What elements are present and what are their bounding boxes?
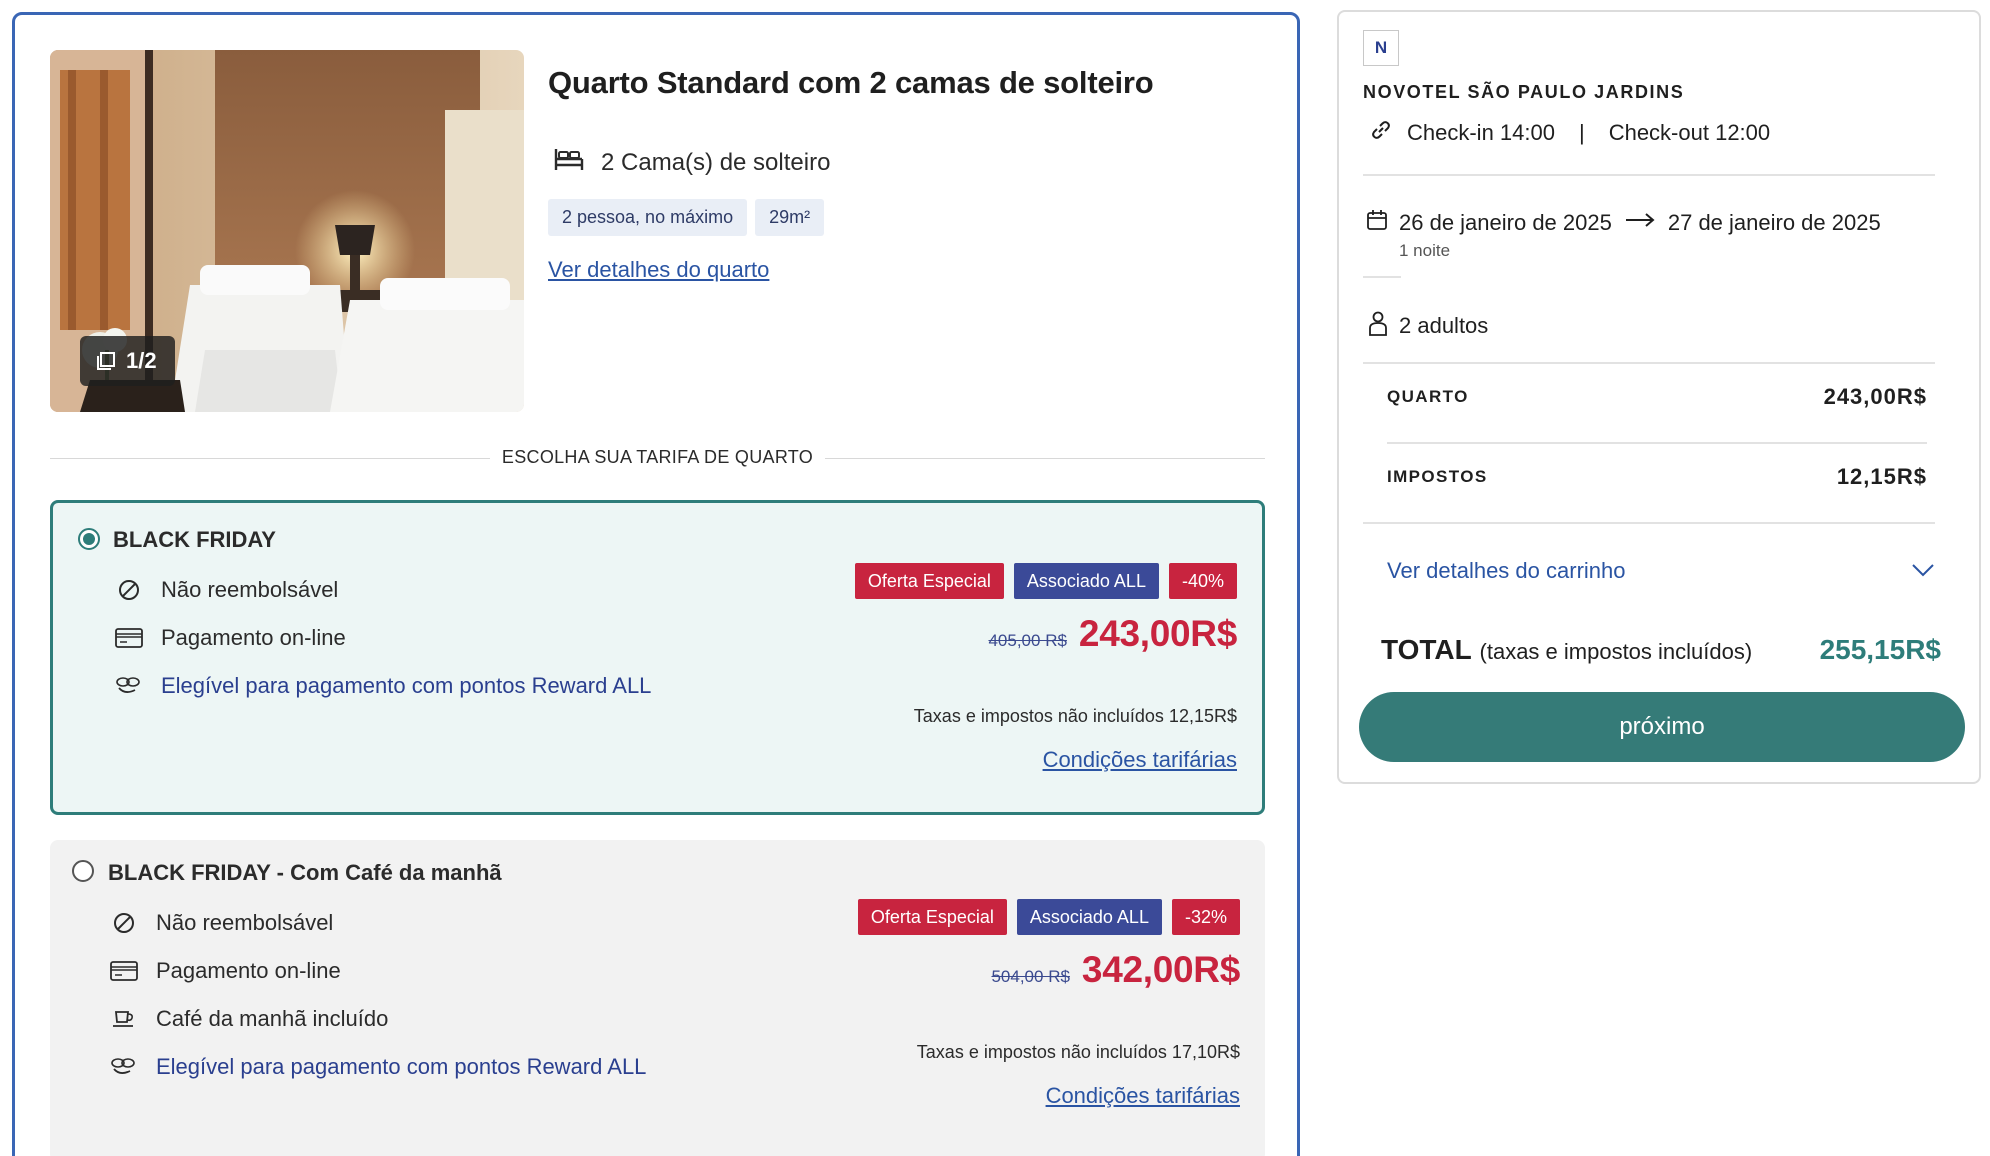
novotel-logo-icon: N — [1374, 38, 1388, 57]
rate-radio-selected[interactable] — [78, 528, 100, 550]
no-refund-icon — [110, 909, 138, 937]
summary-divider — [1363, 362, 1935, 364]
no-refund-icon — [115, 576, 143, 604]
taxes-note: Taxas e impostos não incluídos 17,10R$ — [916, 1042, 1240, 1062]
room-price-row: QUARTO 243,00R$ — [1387, 384, 1927, 410]
taxes-value: 12,15R$ — [1836, 464, 1927, 489]
rate-price: 504,00 R$ 342,00R$ — [991, 949, 1240, 991]
bed-icon — [553, 145, 585, 180]
taxes-row: IMPOSTOS 12,15R$ — [1387, 464, 1927, 490]
nights-count: 1 noite — [1399, 241, 1451, 260]
section-divider: ESCOLHA SUA TARIFA DE QUARTO — [50, 445, 1265, 471]
feature-non-refundable: Não reembolsável — [115, 576, 338, 604]
rate-name: BLACK FRIDAY - Com Café da manhã — [108, 860, 502, 885]
rate-radio-unselected[interactable] — [72, 860, 94, 882]
rate-option-black-friday[interactable]: BLACK FRIDAY Não reembolsável Pagamento … — [50, 500, 1265, 815]
hotel-logo: N — [1363, 30, 1399, 66]
date-from: 26 de janeiro de 2025 — [1399, 210, 1612, 235]
arrow-right-icon — [1622, 210, 1658, 236]
current-price: 243,00R$ — [1078, 613, 1237, 654]
room-details-link[interactable]: Ver detalhes do quarto — [548, 257, 769, 283]
booking-summary: N NOVOTEL SÃO PAULO JARDINS Check-in 14:… — [1337, 10, 1981, 784]
coffee-cup-icon — [110, 1005, 138, 1033]
room-card: 1/2 Quarto Standard com 2 camas de solte… — [12, 12, 1300, 1156]
room-photo[interactable]: 1/2 — [50, 50, 524, 412]
summary-divider — [1387, 442, 1927, 444]
credit-card-icon — [115, 624, 143, 652]
rate-name: BLACK FRIDAY — [113, 527, 276, 552]
link-icon — [1369, 118, 1393, 148]
special-offer-badge: Oferta Especial — [854, 563, 1004, 599]
rate-conditions-link[interactable]: Condições tarifárias — [1046, 1083, 1240, 1109]
photo-counter-text: 1/2 — [126, 348, 157, 373]
taxes-label: IMPOSTOS — [1387, 467, 1488, 486]
next-button[interactable]: próximo — [1359, 692, 1965, 762]
special-offer-badge: Oferta Especial — [857, 899, 1007, 935]
checkin-separator: | — [1578, 120, 1585, 145]
feature-text: Pagamento on-line — [156, 958, 341, 983]
feature-reward-points[interactable]: Elegível para pagamento com pontos Rewar… — [110, 1053, 646, 1081]
taxes-note: Taxas e impostos não incluídos 12,15R$ — [913, 706, 1237, 726]
total-value: 255,15R$ — [1819, 634, 1941, 665]
guests-text: 2 adultos — [1399, 313, 1489, 338]
reward-points-icon — [115, 672, 143, 700]
feature-breakfast: Café da manhã incluído — [110, 1005, 388, 1033]
feature-text: Elegível para pagamento com pontos Rewar… — [156, 1054, 647, 1079]
person-icon — [1367, 310, 1389, 342]
photo-counter[interactable]: 1/2 — [80, 336, 175, 386]
discount-badge: -40% — [1168, 563, 1237, 599]
rate-badges: Oferta Especial Associado ALL -40% — [854, 563, 1237, 599]
calendar-icon — [1365, 208, 1389, 238]
current-price: 342,00R$ — [1081, 949, 1240, 990]
total-label: TOTAL — [1381, 634, 1472, 665]
feature-online-payment: Pagamento on-line — [115, 624, 346, 652]
old-price: 504,00 R$ — [991, 967, 1070, 986]
room-title: Quarto Standard com 2 camas de solteiro — [548, 65, 1154, 100]
member-badge: Associado ALL — [1013, 563, 1159, 599]
credit-card-icon — [110, 957, 138, 985]
gallery-icon — [96, 351, 116, 371]
feature-text: Elegível para pagamento com pontos Rewar… — [161, 673, 652, 698]
cart-details-toggle[interactable]: Ver detalhes do carrinho — [1387, 558, 1935, 584]
feature-text: Café da manhã incluído — [156, 1006, 389, 1031]
checkout-time: Check-out 12:00 — [1608, 120, 1771, 145]
stay-dates: 26 de janeiro de 2025 27 de janeiro de 2… — [1365, 208, 1881, 238]
summary-divider — [1363, 174, 1935, 176]
rate-conditions-link[interactable]: Condições tarifárias — [1043, 747, 1237, 773]
total-label-group: TOTAL (taxas e impostos incluídos) — [1381, 634, 1752, 666]
summary-divider — [1363, 522, 1935, 524]
checkin-checkout: Check-in 14:00 | Check-out 12:00 — [1369, 118, 1770, 148]
rate-option-black-friday-breakfast[interactable]: BLACK FRIDAY - Com Café da manhã Não ree… — [50, 840, 1265, 1156]
feature-text: Não reembolsável — [156, 910, 334, 935]
capacity-tag: 2 pessoa, no máximo — [548, 199, 748, 236]
feature-reward-points[interactable]: Elegível para pagamento com pontos Rewar… — [115, 672, 651, 700]
rate-badges: Oferta Especial Associado ALL -32% — [857, 899, 1240, 935]
chevron-down-icon — [1911, 558, 1935, 584]
hotel-name: NOVOTEL SÃO PAULO JARDINS — [1363, 82, 1685, 102]
date-to: 27 de janeiro de 2025 — [1667, 210, 1881, 235]
bed-text: 2 Cama(s) de solteiro — [601, 148, 831, 176]
divider-line-right — [825, 458, 1265, 459]
discount-badge: -32% — [1171, 899, 1240, 935]
cart-details-label: Ver detalhes do carrinho — [1387, 558, 1626, 583]
checkin-time: Check-in 14:00 — [1407, 120, 1555, 145]
feature-online-payment: Pagamento on-line — [110, 957, 341, 985]
total-row: TOTAL (taxas e impostos incluídos) 255,1… — [1381, 634, 1941, 666]
old-price: 405,00 R$ — [988, 631, 1067, 650]
total-sub: (taxas e impostos incluídos) — [1479, 639, 1753, 664]
member-badge: Associado ALL — [1016, 899, 1162, 935]
room-price-value: 243,00R$ — [1823, 384, 1927, 409]
size-tag: 29m² — [755, 199, 825, 236]
feature-non-refundable: Não reembolsável — [110, 909, 333, 937]
room-tags: 2 pessoa, no máximo 29m² — [548, 199, 825, 236]
rate-price: 405,00 R$ 243,00R$ — [988, 613, 1237, 655]
feature-text: Não reembolsável — [161, 577, 339, 602]
bed-info: 2 Cama(s) de solteiro — [553, 145, 830, 180]
guests: 2 adultos — [1367, 310, 1488, 342]
feature-text: Pagamento on-line — [161, 625, 346, 650]
summary-divider-short — [1363, 276, 1401, 278]
room-price-label: QUARTO — [1387, 387, 1469, 406]
reward-points-icon — [110, 1053, 138, 1081]
